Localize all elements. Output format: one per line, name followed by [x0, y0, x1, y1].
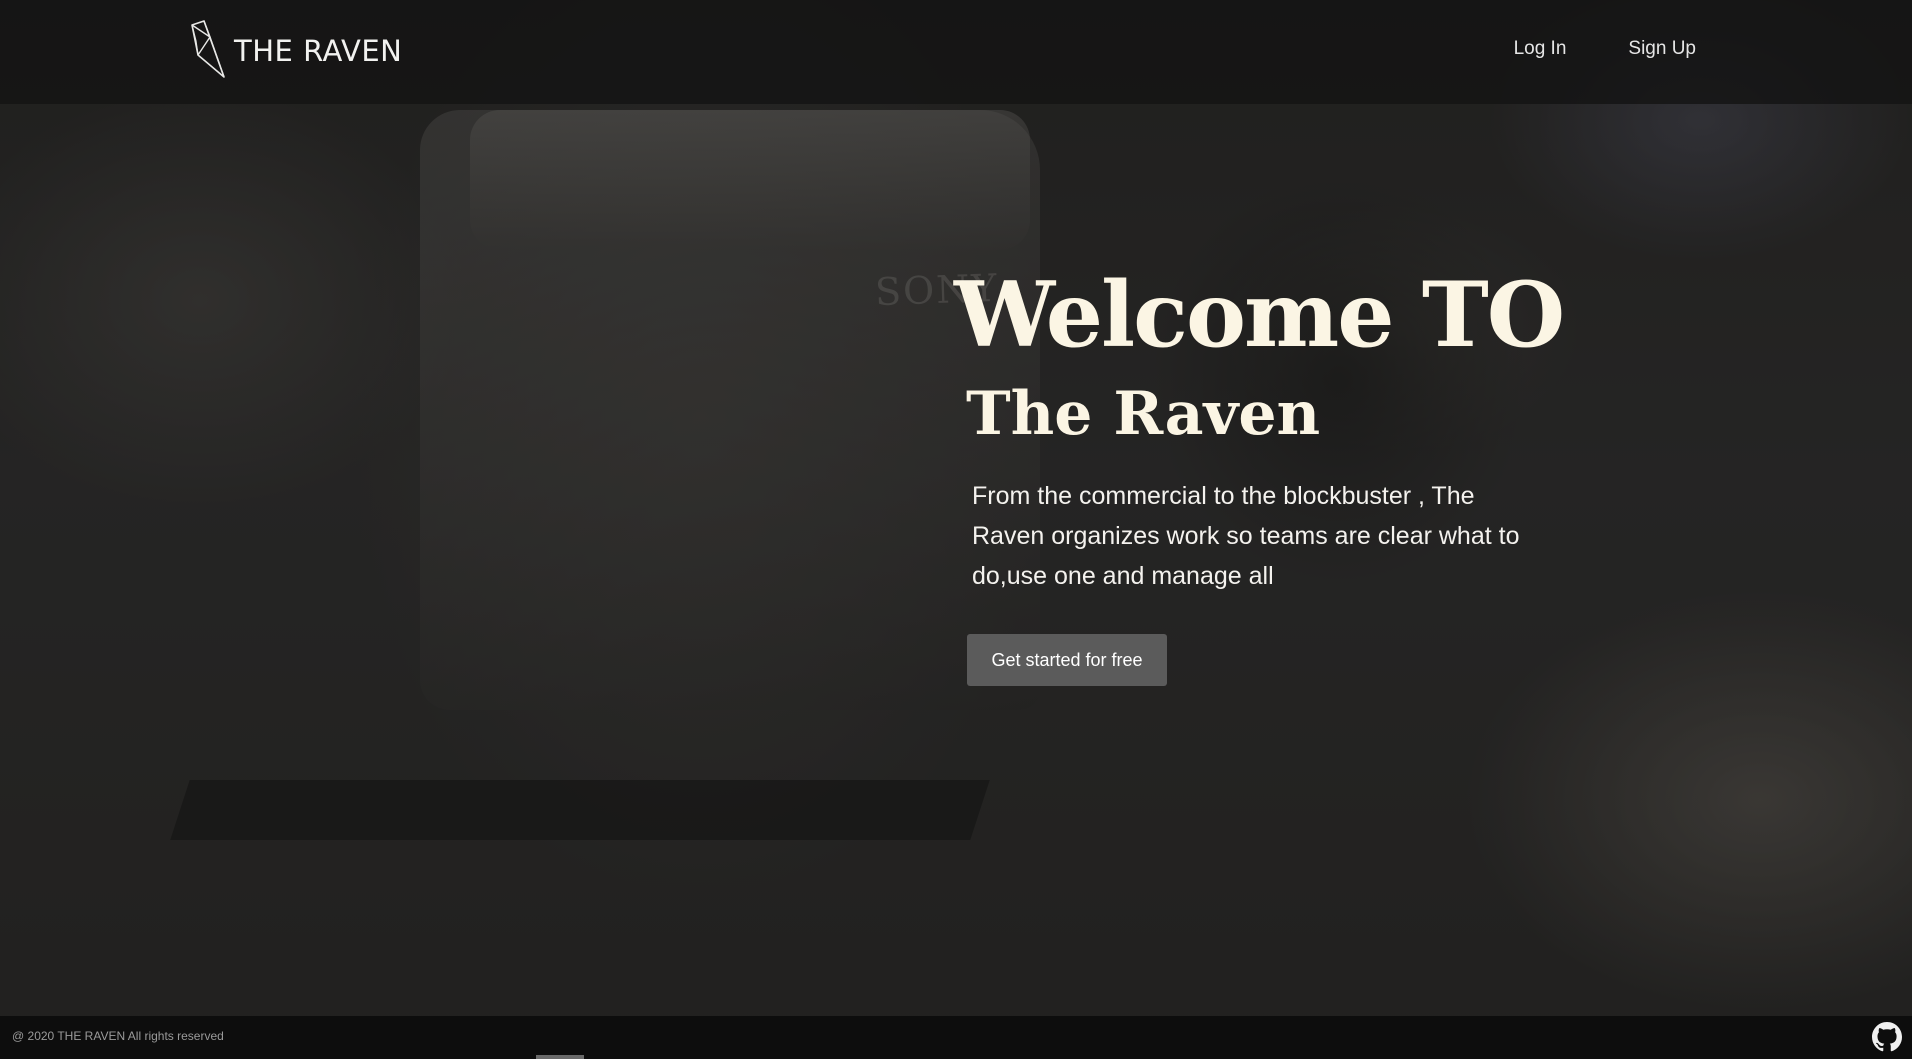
signup-link[interactable]: Sign Up — [1628, 38, 1696, 60]
raven-logo-icon — [191, 20, 225, 78]
nav-links: Log In Sign Up — [1514, 38, 1696, 60]
login-link[interactable]: Log In — [1514, 38, 1567, 60]
navbar: THE RAVEN Log In Sign Up — [0, 0, 1912, 104]
logo-link[interactable]: THE RAVEN — [190, 18, 402, 82]
hero-subtitle: The Raven — [966, 379, 1321, 449]
github-icon — [1872, 1022, 1902, 1052]
footer-copyright: @ 2020 THE RAVEN All rights reserved — [12, 1029, 224, 1043]
get-started-button[interactable]: Get started for free — [967, 634, 1167, 686]
background-overlay — [0, 0, 1912, 1059]
logo-text: THE RAVEN — [234, 34, 403, 68]
github-link[interactable] — [1872, 1022, 1902, 1052]
footer: @ 2020 THE RAVEN All rights reserved — [0, 1016, 1912, 1059]
hero-title: Welcome TO — [954, 262, 1565, 368]
hero-description: From the commercial to the blockbuster ,… — [972, 482, 1520, 590]
horizontal-scrollbar-thumb[interactable] — [536, 1055, 584, 1059]
